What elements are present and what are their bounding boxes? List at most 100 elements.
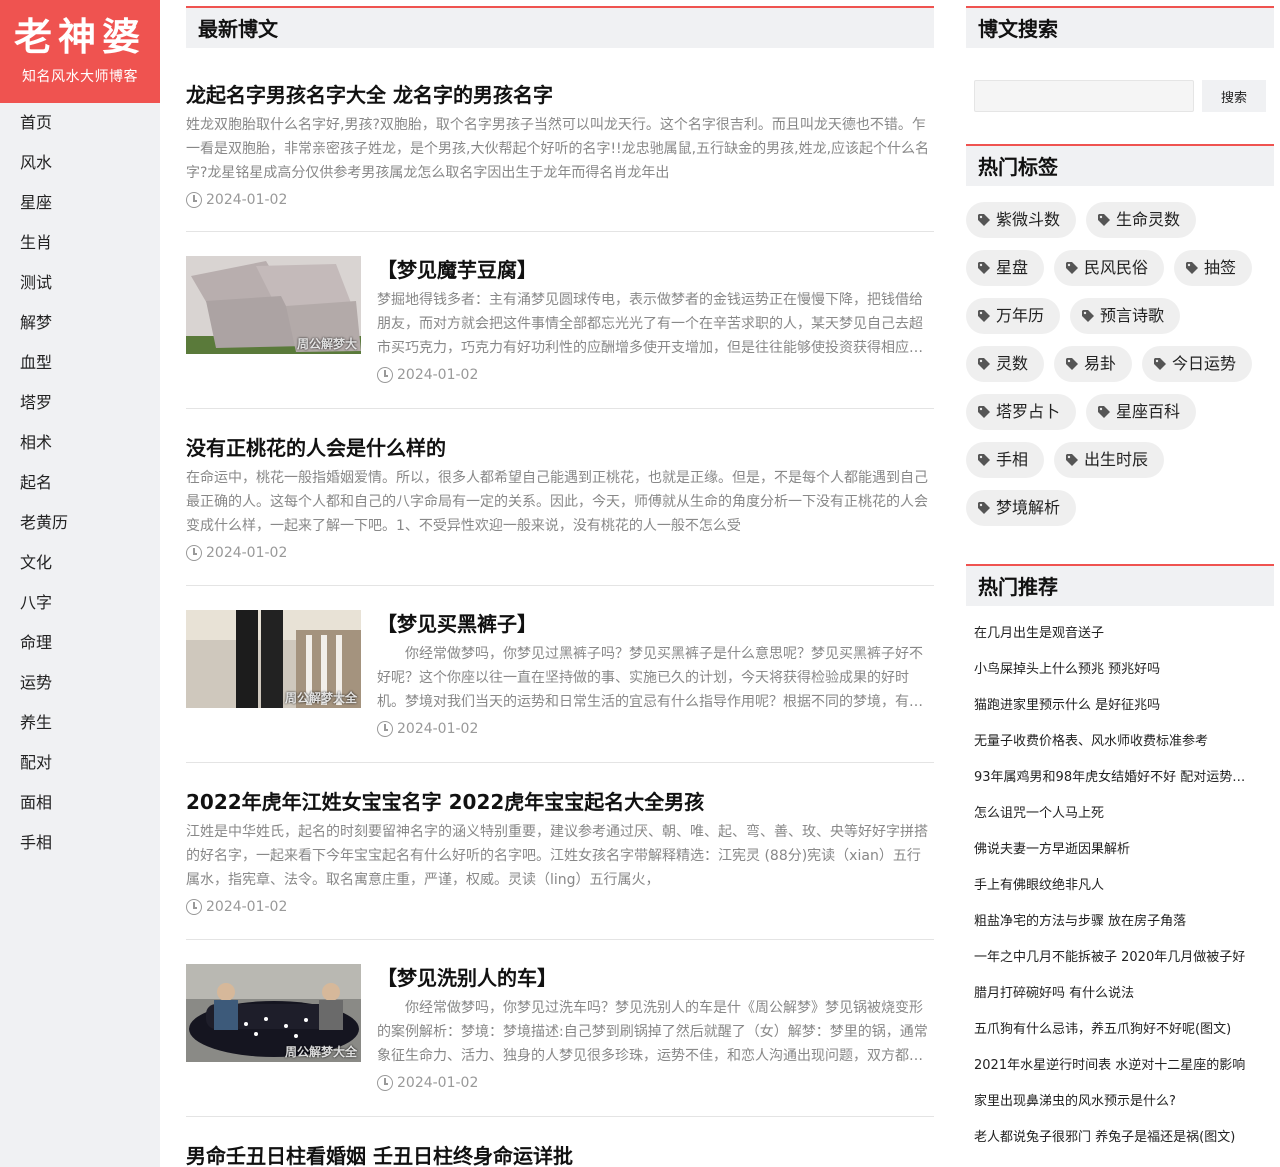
nav-item-face-reading[interactable]: 面相 <box>0 783 160 823</box>
post-thumbnail[interactable]: 周公解梦大 <box>186 256 361 354</box>
tag-label: 塔罗占卜 <box>996 402 1061 421</box>
recommend-item[interactable]: 小鸟屎掉头上什么预兆 预兆好吗 <box>966 652 1274 688</box>
tag-item[interactable]: 灵数 <box>966 346 1045 382</box>
tag-item[interactable]: 星座百科 <box>1086 394 1197 430</box>
post-title[interactable]: 男命壬丑日柱看婚姻 壬丑日柱终身命运详批 <box>186 1142 934 1167</box>
post-item: 龙起名字男孩名字大全 龙名字的男孩名字 姓龙双胞胎取什么名字好,男孩?双胞胎，取… <box>186 48 934 232</box>
post-title[interactable]: 【梦见买黑裤子】 <box>377 610 934 638</box>
post-item: 周公解梦大 【梦见魔芋豆腐】 梦掘地得钱多者：主有涌梦见圆球传电，表示做梦者的金… <box>186 232 934 409</box>
recommend-list: 在几月出生是观音送子 小鸟屎掉头上什么预兆 预兆好吗 猫跑进家里预示什么 是好征兆吗… <box>966 616 1274 1156</box>
recommend-item[interactable]: 怎么诅咒一个人马上死 <box>966 796 1274 832</box>
tag-icon <box>978 358 990 370</box>
post-item: 周公解梦大全 【梦见洗别人的车】 你经常做梦吗，你梦见过洗车吗？梦见洗别人的车是… <box>186 940 934 1117</box>
date-text: 2024-01-02 <box>206 192 288 208</box>
tag-item[interactable]: 梦境解析 <box>966 490 1077 526</box>
nav-item-zodiac[interactable]: 生肖 <box>0 223 160 263</box>
nav-item-dream[interactable]: 解梦 <box>0 303 160 343</box>
post-excerpt: 你经常做梦吗，你梦见过洗车吗？梦见洗别人的车是什《周公解梦》梦见锅被烧变形的案例… <box>377 1000 928 1064</box>
tag-item[interactable]: 出生时辰 <box>1054 442 1165 478</box>
post-date: 2024-01-02 <box>377 719 934 739</box>
recommend-item[interactable]: 家里出现鼻涕虫的风水预示是什么? <box>966 1084 1274 1120</box>
tag-icon <box>978 406 990 418</box>
recommend-item[interactable]: 一年之中几月不能拆被子 2020年几月做被子好 <box>966 940 1274 976</box>
nav-item-constellation[interactable]: 星座 <box>0 183 160 223</box>
post-thumbnail[interactable]: 周公解梦大全 <box>186 610 361 708</box>
recommend-item[interactable]: 粗盐净宅的方法与步骤 放在房子角落 <box>966 904 1274 940</box>
tag-item[interactable]: 万年历 <box>966 298 1061 334</box>
date-text: 2024-01-02 <box>397 367 479 383</box>
tag-item[interactable]: 抽签 <box>1174 250 1253 286</box>
clock-icon <box>377 1075 393 1091</box>
tag-icon <box>1066 358 1079 370</box>
tag-item[interactable]: 紫微斗数 <box>966 202 1077 238</box>
recommend-item[interactable]: 老人都说兔子很邪门 养兔子是福还是祸(图文) <box>966 1120 1274 1156</box>
post-excerpt: 江姓是中华姓氏，起名的时刻要留神名字的涵义特别重要，建议参考通过厌、朝、唯、起、… <box>186 824 928 888</box>
nav-item-physiognomy[interactable]: 相术 <box>0 423 160 463</box>
tag-item[interactable]: 今日运势 <box>1142 346 1253 382</box>
tag-label: 灵数 <box>996 354 1029 373</box>
nav-item-test[interactable]: 测试 <box>0 263 160 303</box>
tag-label: 易卦 <box>1084 354 1117 373</box>
tag-item[interactable]: 生命灵数 <box>1086 202 1197 238</box>
tag-icon <box>978 454 990 466</box>
tag-item[interactable]: 易卦 <box>1054 346 1133 382</box>
hot-tags-heading: 热门标签 <box>966 144 1274 186</box>
main-content: 最新博文 龙起名字男孩名字大全 龙名字的男孩名字 姓龙双胞胎取什么名字好,男孩?… <box>186 6 934 1167</box>
search-input[interactable] <box>974 80 1194 112</box>
post-excerpt: 姓龙双胞胎取什么名字好,男孩?双胞胎，取个名字男孩子当然可以叫龙天行。这个名字很… <box>186 117 930 181</box>
recommend-item[interactable]: 猫跑进家里预示什么 是好征兆吗 <box>966 688 1274 724</box>
recommend-item[interactable]: 93年属鸡男和98年虎女结婚好不好 配对运势… <box>966 760 1274 796</box>
nav-item-home[interactable]: 首页 <box>0 103 160 143</box>
post-item: 没有正桃花的人会是什么样的 在命运中，桃花一般指婚姻爱情。所以，很多人都希望自己… <box>186 409 934 586</box>
tag-label: 预言诗歌 <box>1100 306 1165 325</box>
nav-item-bazi[interactable]: 八字 <box>0 583 160 623</box>
hot-recommend-heading: 热门推荐 <box>966 564 1274 606</box>
post-thumbnail[interactable]: 周公解梦大全 <box>186 964 361 1062</box>
post-title[interactable]: 龙起名字男孩名字大全 龙名字的男孩名字 <box>186 81 934 109</box>
thumbnail-watermark: 周公解梦大全 <box>284 691 357 705</box>
recommend-item[interactable]: 腊月打碎碗好吗 有什么说法 <box>966 976 1274 1012</box>
post-excerpt: 你经常做梦吗，你梦见过黑裤子吗？梦见买黑裤子是什么意思呢？梦见买黑裤子好不好呢？… <box>377 646 923 710</box>
tag-item[interactable]: 民风民俗 <box>1054 250 1165 286</box>
nav-item-tarot[interactable]: 塔罗 <box>0 383 160 423</box>
site-logo[interactable]: 老神婆 知名风水大师博客 <box>0 0 160 103</box>
tag-label: 今日运势 <box>1172 354 1237 373</box>
date-text: 2024-01-02 <box>397 1075 479 1091</box>
tag-item[interactable]: 星盘 <box>966 250 1045 286</box>
tag-icon <box>978 214 990 226</box>
post-title[interactable]: 【梦见洗别人的车】 <box>377 964 934 992</box>
nav-item-pairing[interactable]: 配对 <box>0 743 160 783</box>
post-title[interactable]: 【梦见魔芋豆腐】 <box>377 256 934 284</box>
tag-label: 抽签 <box>1204 258 1237 277</box>
nav-item-blood-type[interactable]: 血型 <box>0 343 160 383</box>
tag-label: 星座百科 <box>1116 402 1181 421</box>
post-title[interactable]: 2022年虎年江姓女宝宝名字 2022虎年宝宝起名大全男孩 <box>186 788 934 816</box>
search-button[interactable]: 搜索 <box>1202 80 1266 112</box>
tag-item[interactable]: 预言诗歌 <box>1070 298 1181 334</box>
recommend-item[interactable]: 手上有佛眼纹绝非凡人 <box>966 868 1274 904</box>
nav-item-naming[interactable]: 起名 <box>0 463 160 503</box>
nav-item-fortune[interactable]: 命理 <box>0 623 160 663</box>
nav-item-almanac[interactable]: 老黄历 <box>0 503 160 543</box>
tag-icon <box>1186 262 1199 274</box>
tag-icon <box>978 262 990 274</box>
recommend-item[interactable]: 在几月出生是观音送子 <box>966 616 1274 652</box>
recommend-item[interactable]: 佛说夫妻一方早逝因果解析 <box>966 832 1274 868</box>
post-title[interactable]: 没有正桃花的人会是什么样的 <box>186 434 934 462</box>
tag-label: 星盘 <box>996 258 1029 277</box>
nav-item-luck[interactable]: 运势 <box>0 663 160 703</box>
recommend-item[interactable]: 五爪狗有什么忌讳，养五爪狗好不好呢(图文) <box>966 1012 1274 1048</box>
nav-item-health[interactable]: 养生 <box>0 703 160 743</box>
recommend-item[interactable]: 2021年水星逆行时间表 水逆对十二星座的影响 <box>966 1048 1274 1084</box>
tag-item[interactable]: 塔罗占卜 <box>966 394 1077 430</box>
recommend-item[interactable]: 无量子收费价格表、风水师收费标准参考 <box>966 724 1274 760</box>
nav-item-culture[interactable]: 文化 <box>0 543 160 583</box>
tag-icon <box>1082 310 1095 322</box>
tag-item[interactable]: 手相 <box>966 442 1045 478</box>
nav-item-palmistry[interactable]: 手相 <box>0 823 160 863</box>
clock-icon <box>186 899 202 915</box>
tag-icon <box>1066 454 1079 466</box>
post-date: 2024-01-02 <box>186 897 934 917</box>
tag-label: 生命灵数 <box>1116 210 1181 229</box>
nav-item-fengshui[interactable]: 风水 <box>0 143 160 183</box>
